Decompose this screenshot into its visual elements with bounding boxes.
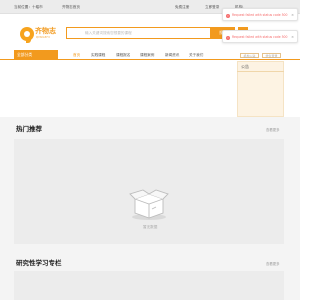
divider [237, 71, 284, 72]
empty-text: 暂无数据 [143, 225, 158, 229]
login-link[interactable]: 立即登录 [205, 5, 219, 10]
search-input[interactable]: 输入关键词搜索您想要的课程 [66, 27, 211, 39]
nav-item-course-signup[interactable]: 课程报名 [116, 50, 130, 60]
toast-message: Request failed with status code 500 [232, 35, 288, 39]
study-list [14, 271, 284, 300]
category-menu[interactable]: 全部分类 [14, 50, 58, 60]
logo-subtitle: QIWUZHI [36, 36, 50, 39]
error-toast: ! Request failed with status code 500 × [222, 8, 298, 21]
logo-icon[interactable] [20, 27, 34, 43]
category-panel [14, 61, 58, 117]
logo-title: 齐物志 [35, 27, 56, 35]
nav-item-news[interactable]: 新闻资讯 [165, 50, 179, 60]
close-icon[interactable]: × [291, 13, 294, 18]
hot-section-title: 热门推荐 [16, 125, 42, 133]
notice-title: 公告 [241, 64, 249, 69]
register-link[interactable]: 免费注册 [175, 5, 189, 10]
study-section-title: 研究性学习专栏 [16, 259, 62, 267]
home-link[interactable]: 齐物志首页 [62, 5, 80, 10]
study-more-link[interactable]: 查看更多 [266, 261, 280, 266]
current-location: 当前位置：十堰市 [14, 4, 43, 9]
close-icon[interactable]: × [291, 35, 294, 40]
banner [58, 61, 237, 117]
nav-item-practice-courses[interactable]: 实践课程 [91, 50, 105, 60]
error-icon: ! [226, 35, 230, 40]
nav-item-home[interactable]: 首页 [73, 50, 80, 60]
student-login-button[interactable]: 学生登录 [262, 53, 281, 58]
error-toast: ! Request failed with status code 500 × [222, 30, 298, 43]
empty-box-icon [129, 189, 169, 220]
toast-message: Request failed with status code 500 [232, 13, 288, 17]
nav-item-about[interactable]: 关于我们 [189, 50, 203, 60]
nav-item-course-cases[interactable]: 课程案例 [140, 50, 154, 60]
institution-join-button[interactable]: 机构入驻 [240, 53, 259, 58]
error-icon: ! [226, 13, 230, 18]
hot-more-link[interactable]: 查看更多 [266, 127, 280, 132]
